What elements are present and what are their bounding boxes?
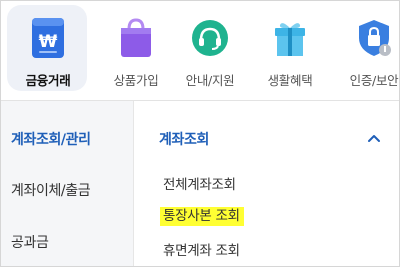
left-menu-item-account-inquiry[interactable]: 계좌조회/관리 bbox=[11, 129, 91, 149]
submenu-panel: 계좌조회 전체계좌조회 통장사본 조회 휴면계좌 조회 bbox=[135, 101, 399, 266]
svg-text:₩: ₩ bbox=[39, 32, 58, 52]
category-support-label: 안내/지원 bbox=[185, 73, 235, 88]
shopping-bag-icon bbox=[113, 15, 159, 61]
chevron-up-icon[interactable] bbox=[367, 133, 381, 143]
category-banking-label: 금융거래 bbox=[25, 73, 71, 88]
submenu-item-all-accounts[interactable]: 전체계좌조회 bbox=[163, 173, 236, 193]
left-menu-item-transfer[interactable]: 계좌이체/출금 bbox=[11, 180, 91, 200]
highlight-marker: 통장사본 조회 bbox=[160, 207, 244, 226]
headset-icon bbox=[187, 15, 233, 61]
submenu-item-passbook-copy[interactable]: 통장사본 조회 bbox=[160, 204, 244, 226]
category-banking[interactable]: ₩ 금융거래 bbox=[5, 1, 91, 97]
category-support[interactable]: 안내/지원 bbox=[167, 1, 253, 97]
submenu-item-dormant-accounts[interactable]: 휴면계좌 조회 bbox=[163, 239, 240, 259]
category-security[interactable]: 인증/보안 bbox=[331, 1, 399, 97]
banking-icon: ₩ bbox=[25, 15, 71, 61]
submenu-section-title[interactable]: 계좌조회 bbox=[159, 129, 209, 149]
app-frame: ₩ 금융거래 상품가입 안내/지원 생활혜택 인증/보안 계좌조회/관리 계좌이… bbox=[0, 0, 400, 267]
left-menu: 계좌조회/관리 계좌이체/출금 공과금 bbox=[1, 101, 134, 266]
category-nav: ₩ 금융거래 상품가입 안내/지원 생활혜택 인증/보안 bbox=[1, 1, 399, 97]
shield-icon bbox=[351, 15, 397, 61]
category-products-label: 상품가입 bbox=[113, 73, 159, 88]
category-benefits-label: 생활혜택 bbox=[267, 73, 313, 88]
category-benefits[interactable]: 생활혜택 bbox=[247, 1, 333, 97]
category-security-label: 인증/보안 bbox=[349, 73, 399, 88]
gift-icon bbox=[267, 15, 313, 61]
left-menu-item-utility-bills[interactable]: 공과금 bbox=[11, 232, 49, 252]
